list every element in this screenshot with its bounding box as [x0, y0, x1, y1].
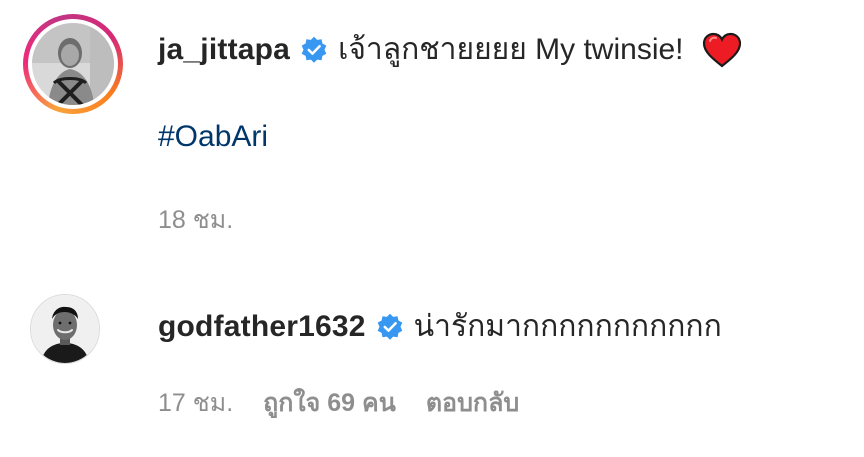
- comment-timestamp[interactable]: 17 ชม.: [158, 383, 233, 423]
- reply-button[interactable]: ตอบกลับ: [426, 383, 519, 423]
- red-heart-emoji-icon: [702, 32, 741, 67]
- hashtag-link[interactable]: #OabAri: [158, 120, 268, 154]
- username[interactable]: ja_jittapa: [158, 33, 290, 67]
- likes-count-button[interactable]: ถูกใจ 69 คน: [263, 383, 396, 423]
- avatar-image: [31, 295, 99, 363]
- avatar[interactable]: [30, 294, 100, 364]
- comment-text: เจ้าลูกชายยยย My twinsie!: [338, 33, 684, 66]
- verified-badge-icon: [377, 313, 402, 340]
- comment-timestamp[interactable]: 18 ชม.: [158, 200, 233, 240]
- avatar: [32, 23, 114, 105]
- username[interactable]: godfather1632: [158, 310, 366, 344]
- comments-list: ja_jittapa เจ้าลูกชายยยย My twinsie! #Oa…: [0, 0, 864, 457]
- verified-badge-icon: [301, 36, 327, 63]
- comment-text: น่ารักมากกกกกกกกกกก: [413, 310, 722, 343]
- avatar-story-ring[interactable]: [23, 14, 123, 114]
